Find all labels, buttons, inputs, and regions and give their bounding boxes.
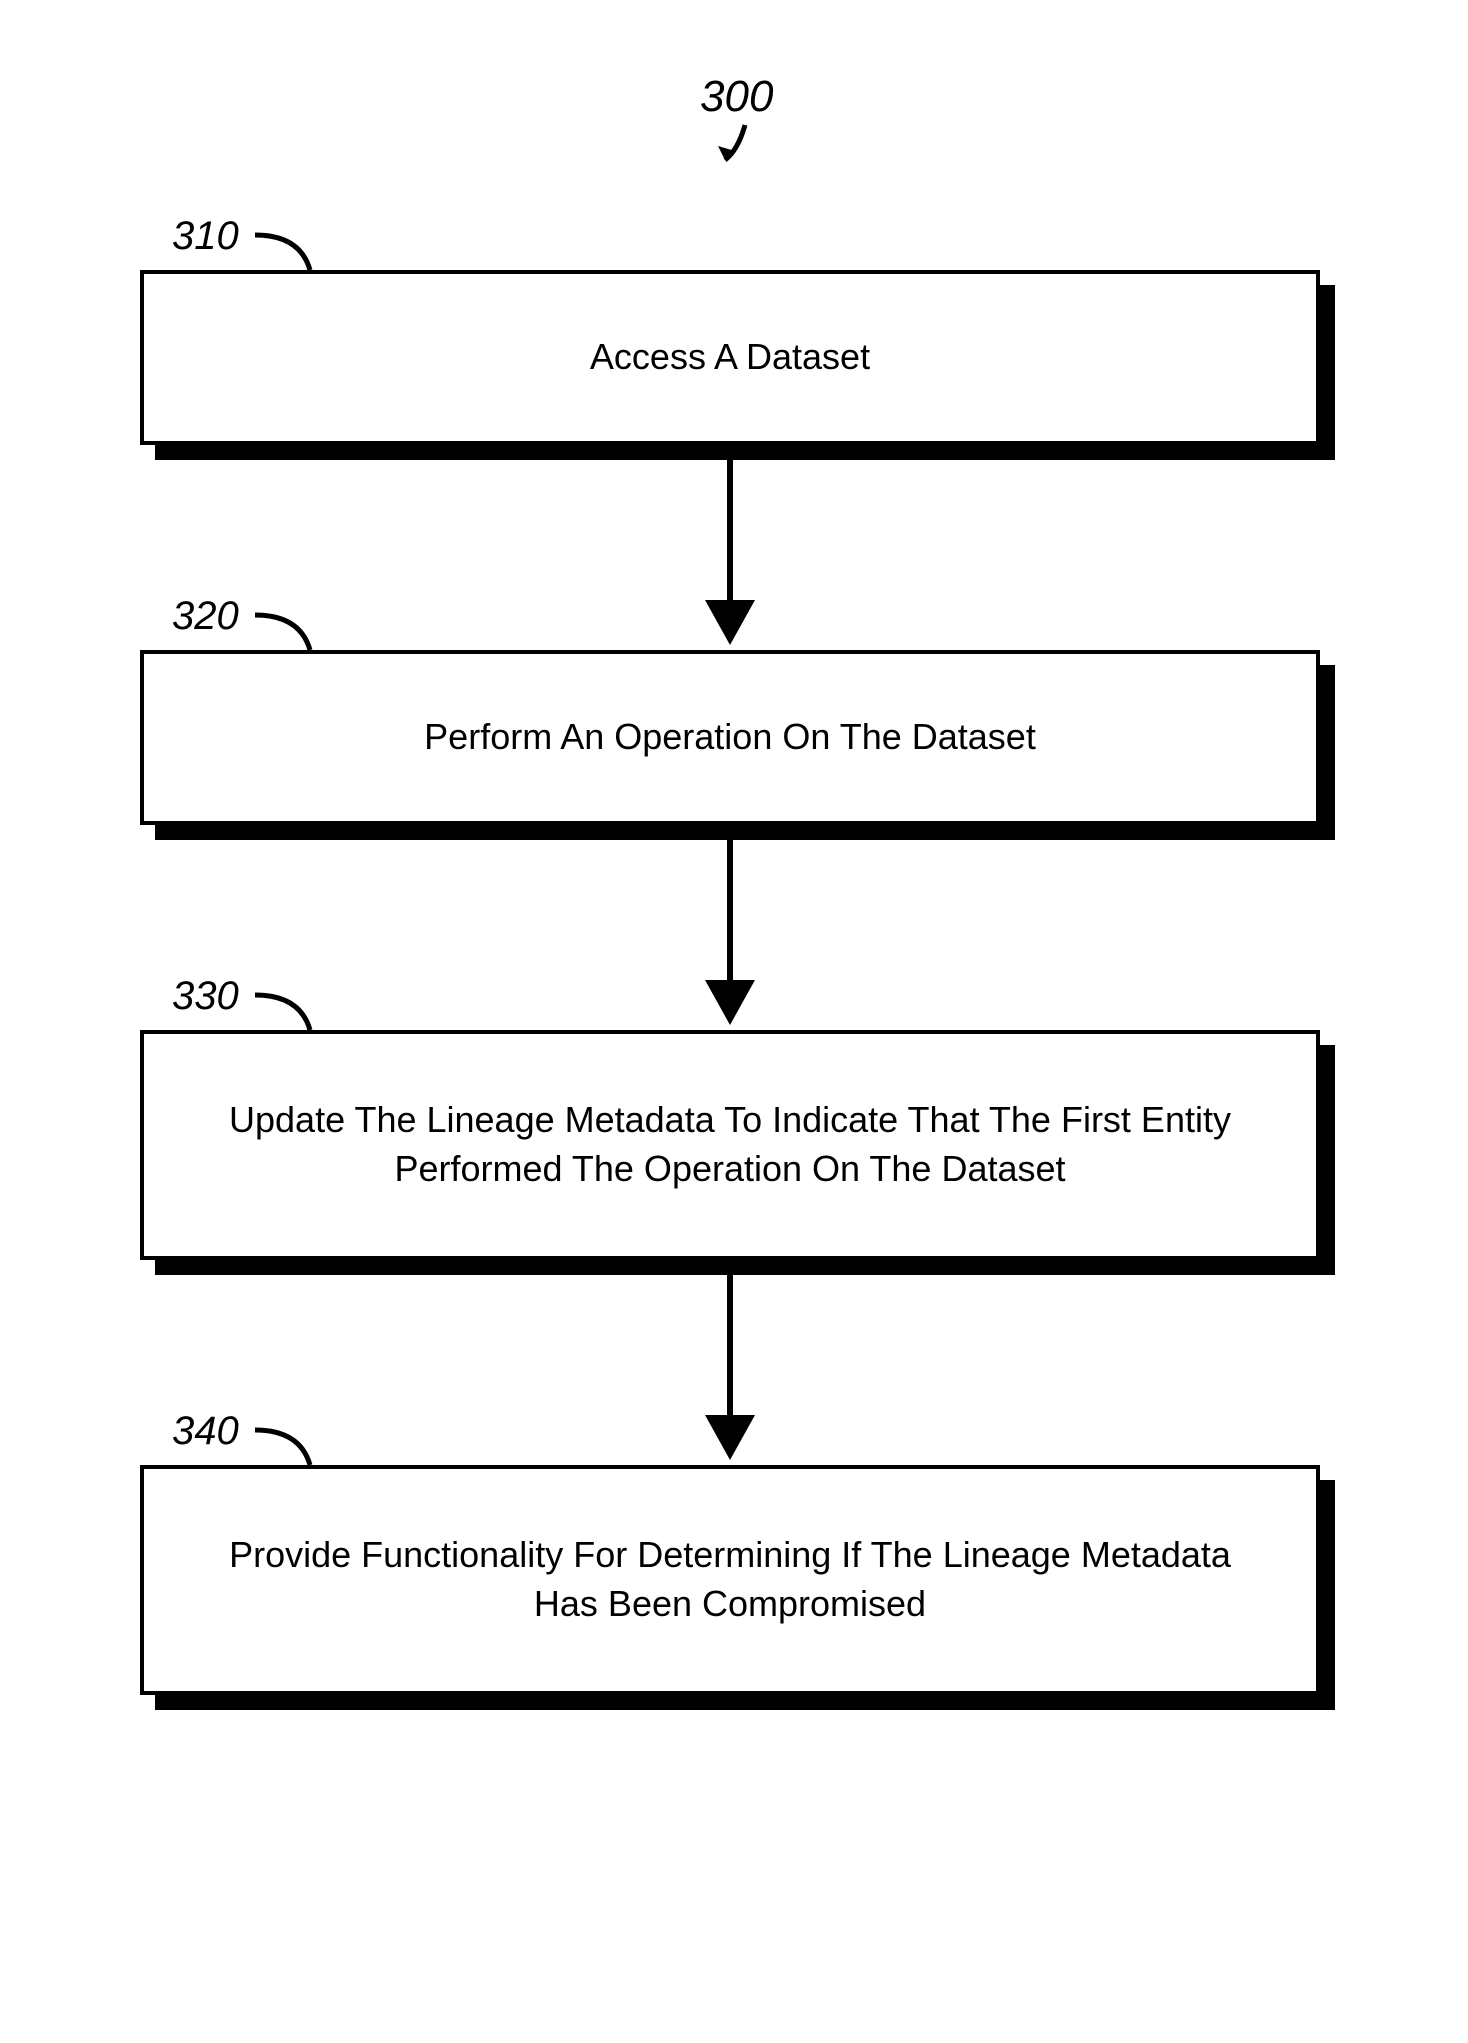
diagram-ref-number: 300 bbox=[700, 72, 773, 122]
step-label-310: 310 bbox=[172, 214, 239, 259]
flowchart-container: 300 310 Access A Dataset 320 Perform An … bbox=[0, 0, 1468, 2043]
arrow-down-icon bbox=[700, 1275, 760, 1465]
step-text: Provide Functionality For Determining If… bbox=[204, 1531, 1256, 1628]
step-text: Access A Dataset bbox=[590, 333, 870, 382]
step-box-330: Update The Lineage Metadata To Indicate … bbox=[140, 1030, 1320, 1260]
step-label-340: 340 bbox=[172, 1409, 239, 1454]
step-text: Perform An Operation On The Dataset bbox=[424, 713, 1036, 762]
diagram-ref-arrow bbox=[700, 120, 760, 180]
step-text: Update The Lineage Metadata To Indicate … bbox=[204, 1096, 1256, 1193]
arrow-down-icon bbox=[700, 840, 760, 1030]
step-box-310: Access A Dataset bbox=[140, 270, 1320, 445]
step-box-340: Provide Functionality For Determining If… bbox=[140, 1465, 1320, 1695]
step-label-320: 320 bbox=[172, 594, 239, 639]
step-label-330: 330 bbox=[172, 974, 239, 1019]
step-box-320: Perform An Operation On The Dataset bbox=[140, 650, 1320, 825]
arrow-down-icon bbox=[700, 460, 760, 650]
